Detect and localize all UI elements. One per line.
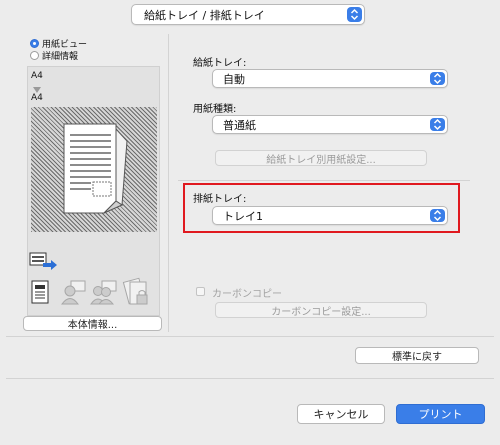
paper-preview-area (31, 107, 157, 232)
secure-print-icon (120, 277, 150, 310)
print-document-icon (30, 279, 52, 308)
radio-paper-view[interactable] (30, 39, 39, 48)
carbon-copy-label: カーボンコピー (212, 289, 282, 300)
chevron-updown-icon (430, 209, 445, 222)
output-tray-icon (29, 252, 59, 275)
paper-tray-select[interactable]: 自動 (212, 69, 448, 88)
bottom-divider-1 (6, 336, 494, 337)
account-track-icon (90, 279, 118, 308)
paper-type-select[interactable]: 普通紙 (212, 115, 448, 134)
paper-tray-value: 自動 (223, 72, 245, 86)
user-auth-icon (61, 279, 87, 308)
chevron-updown-icon (430, 118, 445, 131)
print-button[interactable]: プリント (396, 404, 485, 424)
document-page-icon (63, 123, 128, 214)
radio-detail-info[interactable] (30, 51, 39, 60)
carbon-copy-settings-button[interactable]: カーボンコピー設定... (215, 302, 427, 318)
output-tray-select[interactable]: トレイ1 (212, 206, 448, 225)
section-divider (178, 180, 470, 181)
paper-size-bottom: A4 (31, 93, 43, 103)
paper-preview-panel: A4 A4 (27, 66, 160, 316)
paper-size-top: A4 (31, 71, 43, 81)
radio-detail-info-label: 詳細情報 (42, 52, 79, 62)
output-tray-label: 排紙トレイ: (193, 194, 247, 205)
paper-tray-label: 給紙トレイ: (193, 58, 247, 69)
pane-separator (168, 34, 169, 332)
chevron-updown-icon (347, 7, 362, 22)
paper-type-value: 普通紙 (223, 118, 256, 132)
per-tray-paper-settings-button[interactable]: 給紙トレイ別用紙設定... (215, 150, 427, 166)
section-selector-value: 給紙トレイ / 排紙トレイ (144, 8, 265, 22)
chevron-updown-icon (430, 72, 445, 85)
paper-type-label: 用紙種類: (193, 104, 237, 115)
restore-defaults-button[interactable]: 標準に戻す (355, 347, 479, 364)
bottom-divider-2 (6, 378, 494, 379)
output-tray-value: トレイ1 (223, 209, 263, 223)
carbon-copy-checkbox[interactable] (196, 287, 205, 296)
section-selector[interactable]: 給紙トレイ / 排紙トレイ (131, 4, 365, 25)
cancel-button[interactable]: キャンセル (297, 404, 385, 424)
device-info-button[interactable]: 本体情報... (23, 316, 162, 331)
